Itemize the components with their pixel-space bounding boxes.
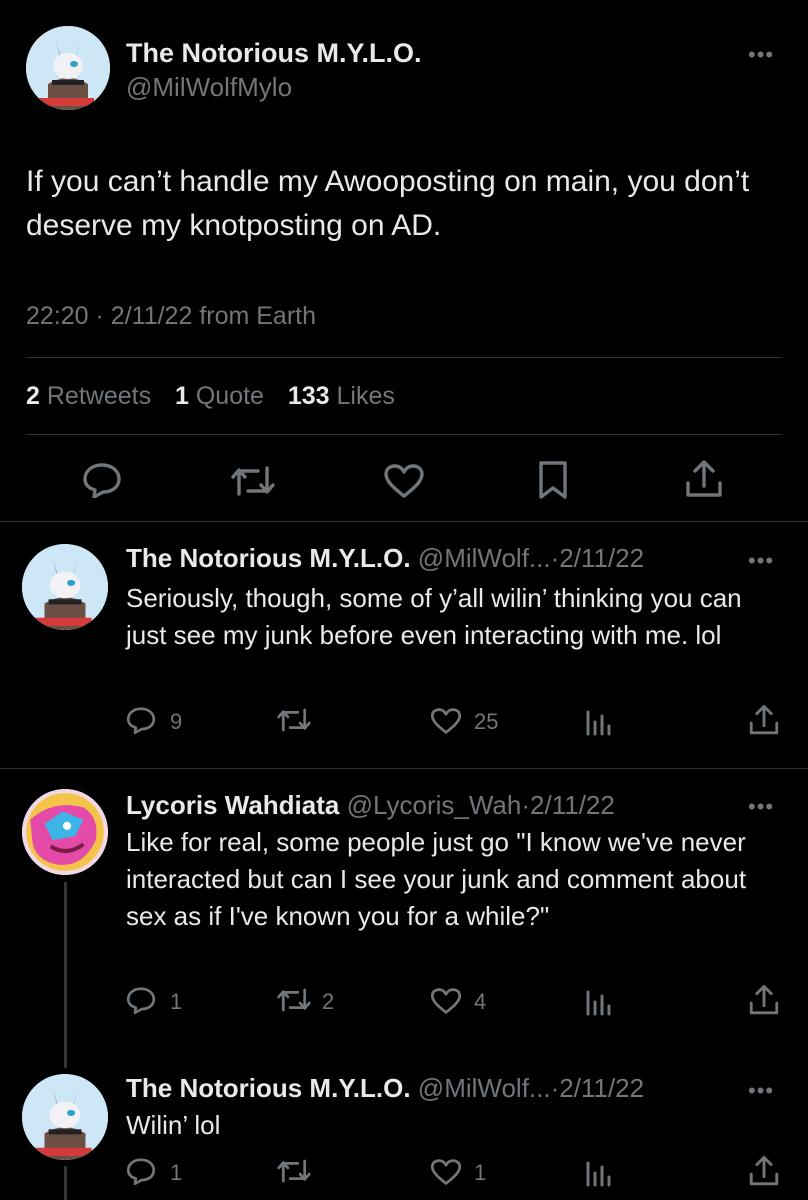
reply-icon[interactable]: [126, 1157, 156, 1185]
like-count: 25: [474, 709, 499, 734]
divider: [26, 357, 782, 358]
more-icon[interactable]: •••: [748, 1078, 774, 1104]
likes-count: 133: [287, 382, 330, 410]
retweets-count: 2: [26, 382, 40, 410]
like-icon[interactable]: [430, 707, 462, 735]
author-name[interactable]: The Notorious M.Y.L.O.: [126, 543, 411, 573]
thread-line: [64, 1166, 67, 1200]
quotes-count: 1: [174, 382, 189, 410]
reply-header: The Notorious M.Y.L.O. @MilWolf...·2/11/…: [126, 1073, 644, 1104]
author-handle[interactable]: @MilWolfMylo: [126, 72, 292, 103]
retweet-icon[interactable]: [276, 987, 312, 1013]
reply-date[interactable]: 2/11/22: [530, 790, 615, 820]
like-count: 1: [474, 1160, 487, 1185]
retweets-label: Retweets: [46, 382, 152, 410]
retweet-icon[interactable]: [230, 464, 276, 498]
avatar[interactable]: [22, 789, 108, 875]
retweet-icon[interactable]: [276, 707, 312, 733]
divider: [0, 768, 808, 769]
more-icon[interactable]: •••: [748, 548, 774, 574]
retweet-count: 2: [322, 989, 335, 1014]
thread-line: [64, 882, 67, 1068]
reply-count: 9: [170, 709, 183, 734]
author-name[interactable]: The Notorious M.Y.L.O.: [126, 38, 422, 69]
separator: ·: [521, 790, 531, 820]
reply-date[interactable]: 2/11/22: [559, 543, 644, 573]
separator: ·: [550, 1073, 560, 1103]
author-handle[interactable]: @MilWolf...: [418, 1073, 551, 1103]
separator: ·: [550, 543, 560, 573]
reply-icon[interactable]: [126, 706, 156, 734]
likes-label: Likes: [336, 382, 395, 410]
retweets-stat[interactable]: 2 Retweets: [26, 382, 151, 410]
bookmark-icon[interactable]: [536, 460, 570, 500]
reply-header: The Notorious M.Y.L.O. @MilWolf...·2/11/…: [126, 543, 644, 574]
quotes-stat[interactable]: 1 Quote: [175, 382, 264, 410]
more-icon[interactable]: •••: [748, 42, 774, 68]
reply-text: Like for real, some people just go "I kn…: [126, 827, 747, 931]
tweet-text: If you can’t handle my Awooposting on ma…: [26, 165, 750, 242]
views-icon[interactable]: [584, 986, 614, 1016]
like-count: 4: [474, 989, 487, 1014]
reply-icon[interactable]: [82, 462, 122, 498]
reply-text: Seriously, though, some of y’all wilin’ …: [126, 583, 742, 650]
share-icon[interactable]: [748, 984, 780, 1016]
share-icon[interactable]: [684, 459, 724, 499]
retweet-icon[interactable]: [276, 1158, 312, 1184]
avatar[interactable]: [22, 544, 108, 630]
separator: ·: [95, 302, 104, 330]
reply-icon[interactable]: [126, 986, 156, 1014]
reply-header: Lycoris Wahdiata @Lycoris_Wah·2/11/22: [126, 790, 615, 821]
divider: [0, 521, 808, 522]
like-icon[interactable]: [430, 1158, 462, 1186]
share-icon[interactable]: [748, 704, 780, 736]
reply-count: 1: [170, 1160, 183, 1185]
share-icon[interactable]: [748, 1155, 780, 1187]
tweet-time[interactable]: 22:20: [26, 302, 89, 330]
avatar[interactable]: [26, 26, 110, 110]
divider: [26, 434, 782, 435]
like-icon[interactable]: [430, 987, 462, 1015]
like-icon[interactable]: [383, 463, 425, 499]
reply-count: 1: [170, 989, 183, 1014]
reply-text: Wilin’ lol: [126, 1110, 221, 1140]
author-name[interactable]: Lycoris Wahdiata: [126, 790, 339, 820]
author-handle[interactable]: @Lycoris_Wah: [347, 790, 522, 820]
tweet-meta: 22:20 · 2/11/22 from Earth: [26, 302, 316, 331]
author-name[interactable]: The Notorious M.Y.L.O.: [126, 1073, 411, 1103]
quotes-label: Quote: [195, 382, 264, 410]
more-icon[interactable]: •••: [748, 794, 774, 820]
author-handle[interactable]: @MilWolf...: [418, 543, 551, 573]
reply-date[interactable]: 2/11/22: [559, 1073, 644, 1103]
tweet-date[interactable]: 2/11/22: [111, 302, 193, 330]
views-icon[interactable]: [584, 1157, 614, 1187]
tweet-stats: 2 Retweets 1 Quote 133 Likes: [26, 382, 395, 411]
avatar[interactable]: [22, 1074, 108, 1160]
likes-stat[interactable]: 133 Likes: [288, 382, 395, 410]
views-icon[interactable]: [584, 706, 614, 736]
tweet-source: from Earth: [199, 302, 317, 330]
